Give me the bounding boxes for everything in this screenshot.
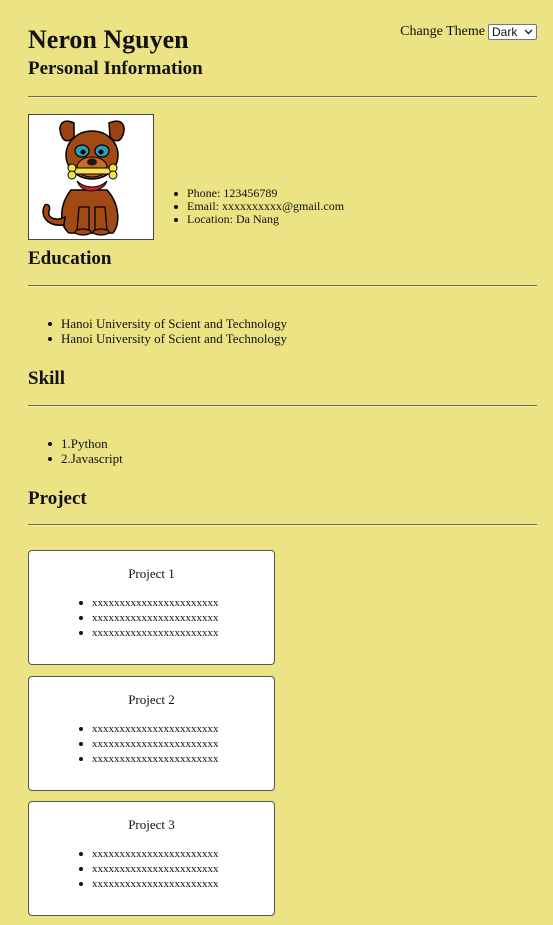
list-item: xxxxxxxxxxxxxxxxxxxxxxx <box>78 611 219 626</box>
education-heading: Education <box>28 248 112 269</box>
theme-switcher: Change Theme Dark <box>400 24 537 40</box>
divider <box>28 285 537 287</box>
project-card-list: xxxxxxxxxxxxxxxxxxxxxxx xxxxxxxxxxxxxxxx… <box>78 596 219 641</box>
project-card: Project 2 xxxxxxxxxxxxxxxxxxxxxxx xxxxxx… <box>28 676 275 791</box>
list-item: xxxxxxxxxxxxxxxxxxxxxxx <box>78 877 219 892</box>
project-card-list: xxxxxxxxxxxxxxxxxxxxxxx xxxxxxxxxxxxxxxx… <box>78 722 219 767</box>
list-item: xxxxxxxxxxxxxxxxxxxxxxx <box>78 752 219 767</box>
divider <box>28 405 537 407</box>
theme-select-value: Dark <box>492 25 518 39</box>
project-card-list: xxxxxxxxxxxxxxxxxxxxxxx xxxxxxxxxxxxxxxx… <box>78 847 219 892</box>
theme-label: Change Theme <box>400 24 485 39</box>
list-item: xxxxxxxxxxxxxxxxxxxxxxx <box>78 847 219 862</box>
divider <box>28 96 537 98</box>
skill-heading: Skill <box>28 368 65 389</box>
personal-info-list: Phone: 123456789 Email: xxxxxxxxxx@gmail… <box>173 187 344 226</box>
list-item: Hanoi University of Scient and Technolog… <box>47 331 287 346</box>
list-item: 1.Python <box>47 436 123 451</box>
project-card: Project 1 xxxxxxxxxxxxxxxxxxxxxxx xxxxxx… <box>28 550 275 665</box>
personal-info-heading: Personal Information <box>28 58 203 79</box>
list-item: xxxxxxxxxxxxxxxxxxxxxxx <box>78 626 219 641</box>
project-card: Project 3 xxxxxxxxxxxxxxxxxxxxxxx xxxxxx… <box>28 801 275 916</box>
list-item: 2.Javascript <box>47 451 123 466</box>
divider <box>28 524 537 526</box>
skill-list: 1.Python 2.Javascript <box>47 436 123 466</box>
list-item: xxxxxxxxxxxxxxxxxxxxxxx <box>78 722 219 737</box>
page-title: Neron Nguyen <box>28 25 189 54</box>
location-item: Location: Da Nang <box>173 213 344 226</box>
project-card-title: Project 2 <box>128 692 175 707</box>
list-item: xxxxxxxxxxxxxxxxxxxxxxx <box>78 737 219 752</box>
project-heading: Project <box>28 488 87 509</box>
list-item: Hanoi University of Scient and Technolog… <box>47 316 287 331</box>
chevron-down-icon <box>524 29 533 35</box>
education-list: Hanoi University of Scient and Technolog… <box>47 316 287 346</box>
project-card-title: Project 1 <box>128 566 175 581</box>
theme-select[interactable]: Dark <box>488 24 537 40</box>
list-item: xxxxxxxxxxxxxxxxxxxxxxx <box>78 862 219 877</box>
list-item: xxxxxxxxxxxxxxxxxxxxxxx <box>78 596 219 611</box>
cartoon-dog-avatar-icon <box>42 120 125 236</box>
project-card-title: Project 3 <box>128 817 175 832</box>
avatar <box>28 114 154 240</box>
